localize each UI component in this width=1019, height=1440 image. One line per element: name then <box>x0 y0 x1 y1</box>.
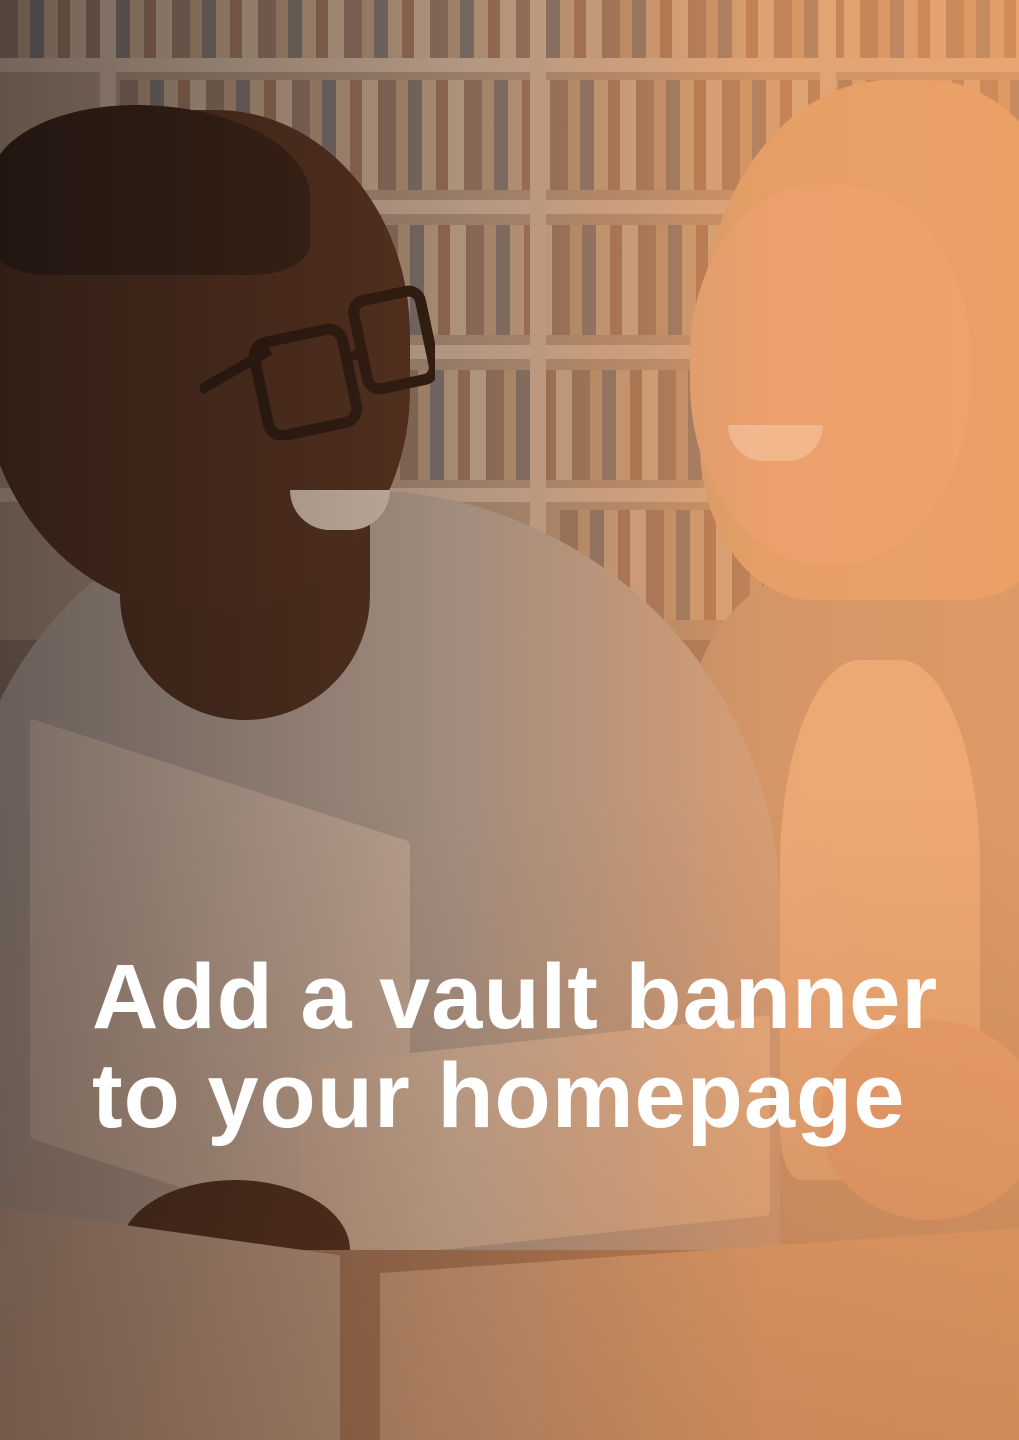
bottom-shade-overlay <box>0 0 1019 1440</box>
banner-headline: Add a vault banner to your homepage <box>92 946 992 1148</box>
headline-line-2: to your homepage <box>92 1045 906 1148</box>
headline-line-1: Add a vault banner <box>92 946 939 1048</box>
hero-banner: Add a vault banner to your homepage <box>0 0 1019 1440</box>
